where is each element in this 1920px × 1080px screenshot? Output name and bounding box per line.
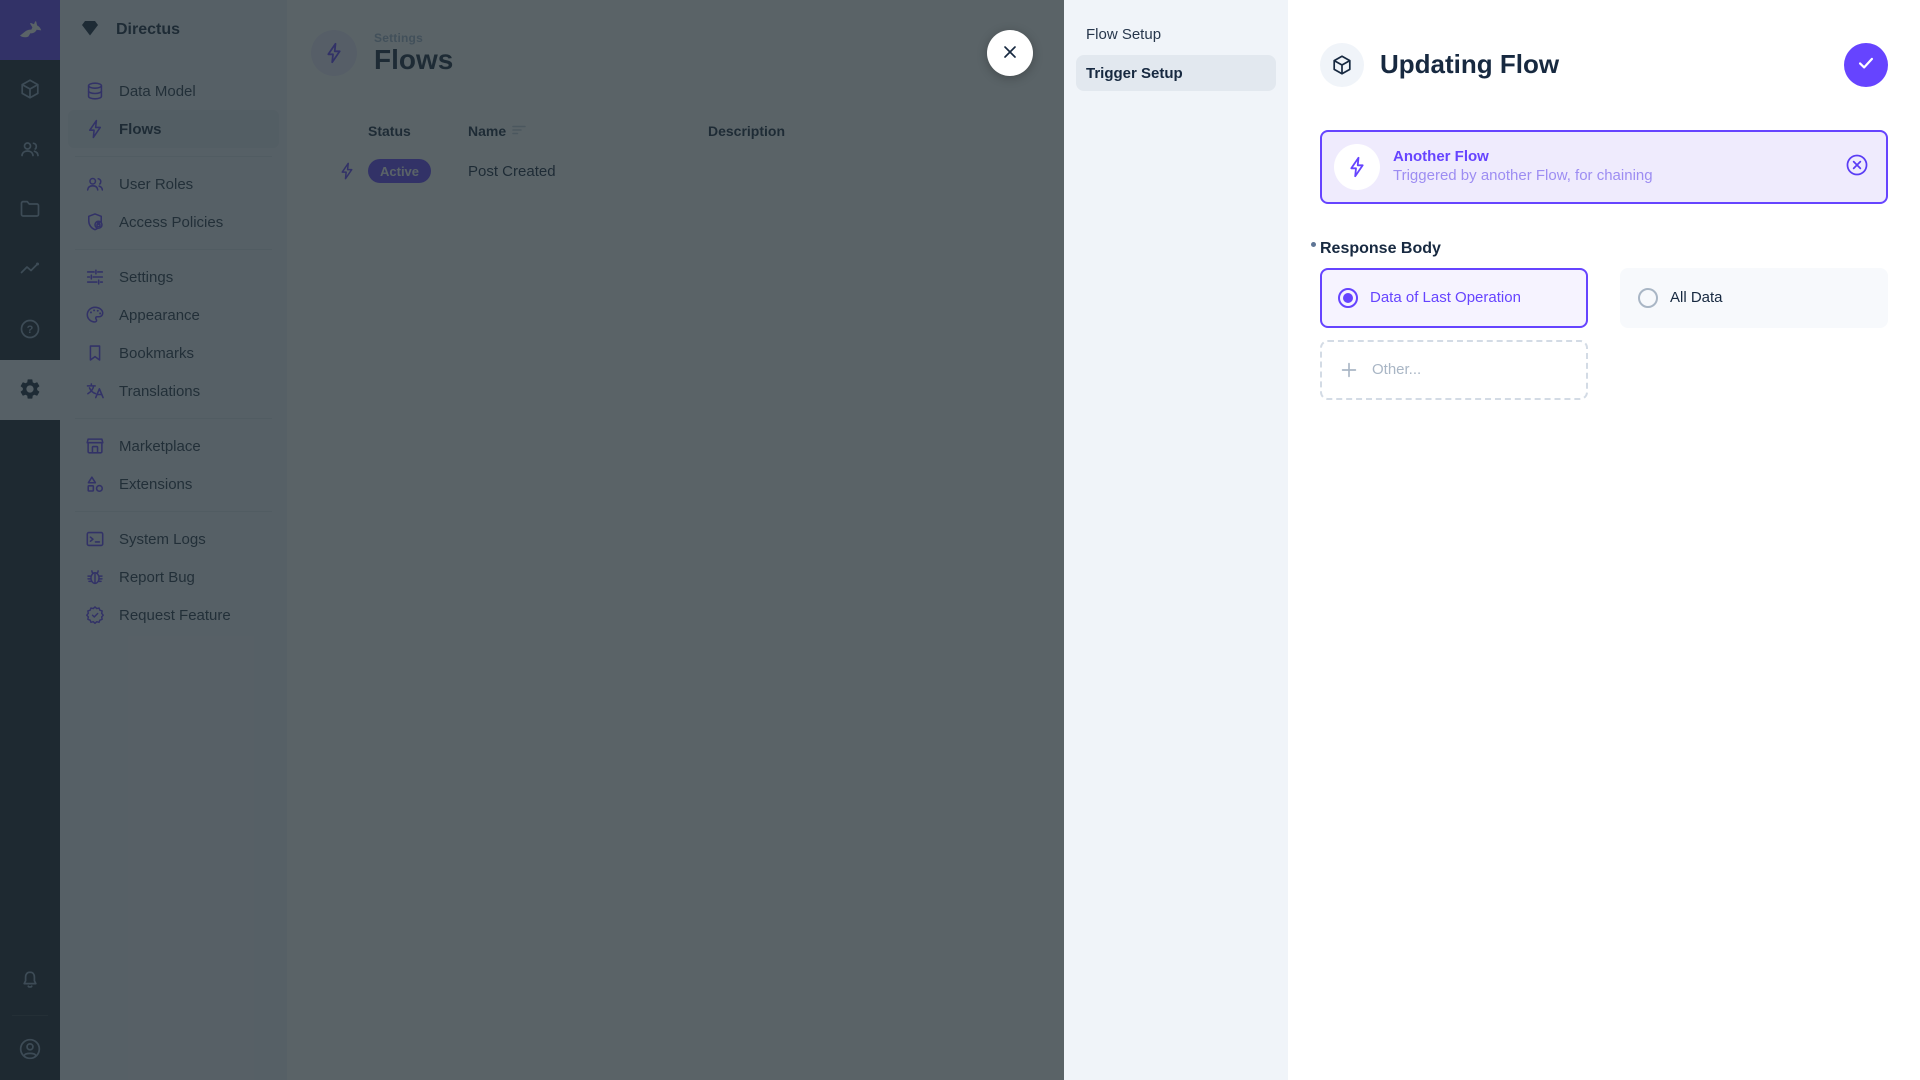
other-label: Other... [1372, 361, 1422, 379]
field-label: Response Body [1311, 240, 1441, 258]
trigger-setup-drawer: Flow Setup Trigger Setup Updating Flow A… [1064, 0, 1920, 1080]
radio-unchecked-icon [1638, 287, 1658, 308]
check-icon [1855, 52, 1877, 77]
clear-trigger-button[interactable] [1844, 152, 1870, 181]
drawer-nav: Flow Setup Trigger Setup [1064, 0, 1288, 1080]
plus-icon [1338, 359, 1360, 381]
choice-all-data[interactable]: All Data [1620, 267, 1888, 328]
response-body-field: Response Body Data of Last Operation All… [1311, 240, 1888, 400]
app-window: ? [0, 0, 1920, 1080]
selected-trigger-card[interactable]: Another Flow Triggered by another Flow, … [1320, 129, 1888, 204]
close-icon [1000, 42, 1020, 65]
box-icon [1320, 42, 1364, 87]
drawer-nav-flow-setup[interactable]: Flow Setup [1076, 16, 1276, 52]
required-marker [1311, 241, 1316, 247]
close-drawer-button[interactable] [987, 30, 1033, 76]
confirm-button[interactable] [1844, 42, 1888, 87]
drawer-nav-trigger-setup[interactable]: Trigger Setup [1076, 55, 1276, 91]
choice-data-of-last-operation[interactable]: Data of Last Operation [1320, 267, 1588, 328]
drawer-header: Updating Flow [1320, 32, 1888, 98]
trigger-card-text: Another Flow Triggered by another Flow, … [1393, 148, 1831, 187]
bolt-icon [1334, 143, 1380, 190]
drawer-content: Updating Flow Another Flow Triggered by … [1288, 0, 1920, 1080]
trigger-card-subtitle: Triggered by another Flow, for chaining [1393, 167, 1653, 185]
cancel-circle-icon [1844, 152, 1870, 181]
drawer-overlay[interactable] [0, 0, 1064, 1080]
choice-other[interactable]: Other... [1320, 339, 1588, 400]
response-body-choices: Data of Last Operation All Data Other... [1320, 267, 1888, 400]
trigger-card-title: Another Flow [1393, 147, 1489, 165]
drawer-title: Updating Flow [1380, 49, 1560, 80]
radio-checked-icon [1338, 287, 1358, 308]
